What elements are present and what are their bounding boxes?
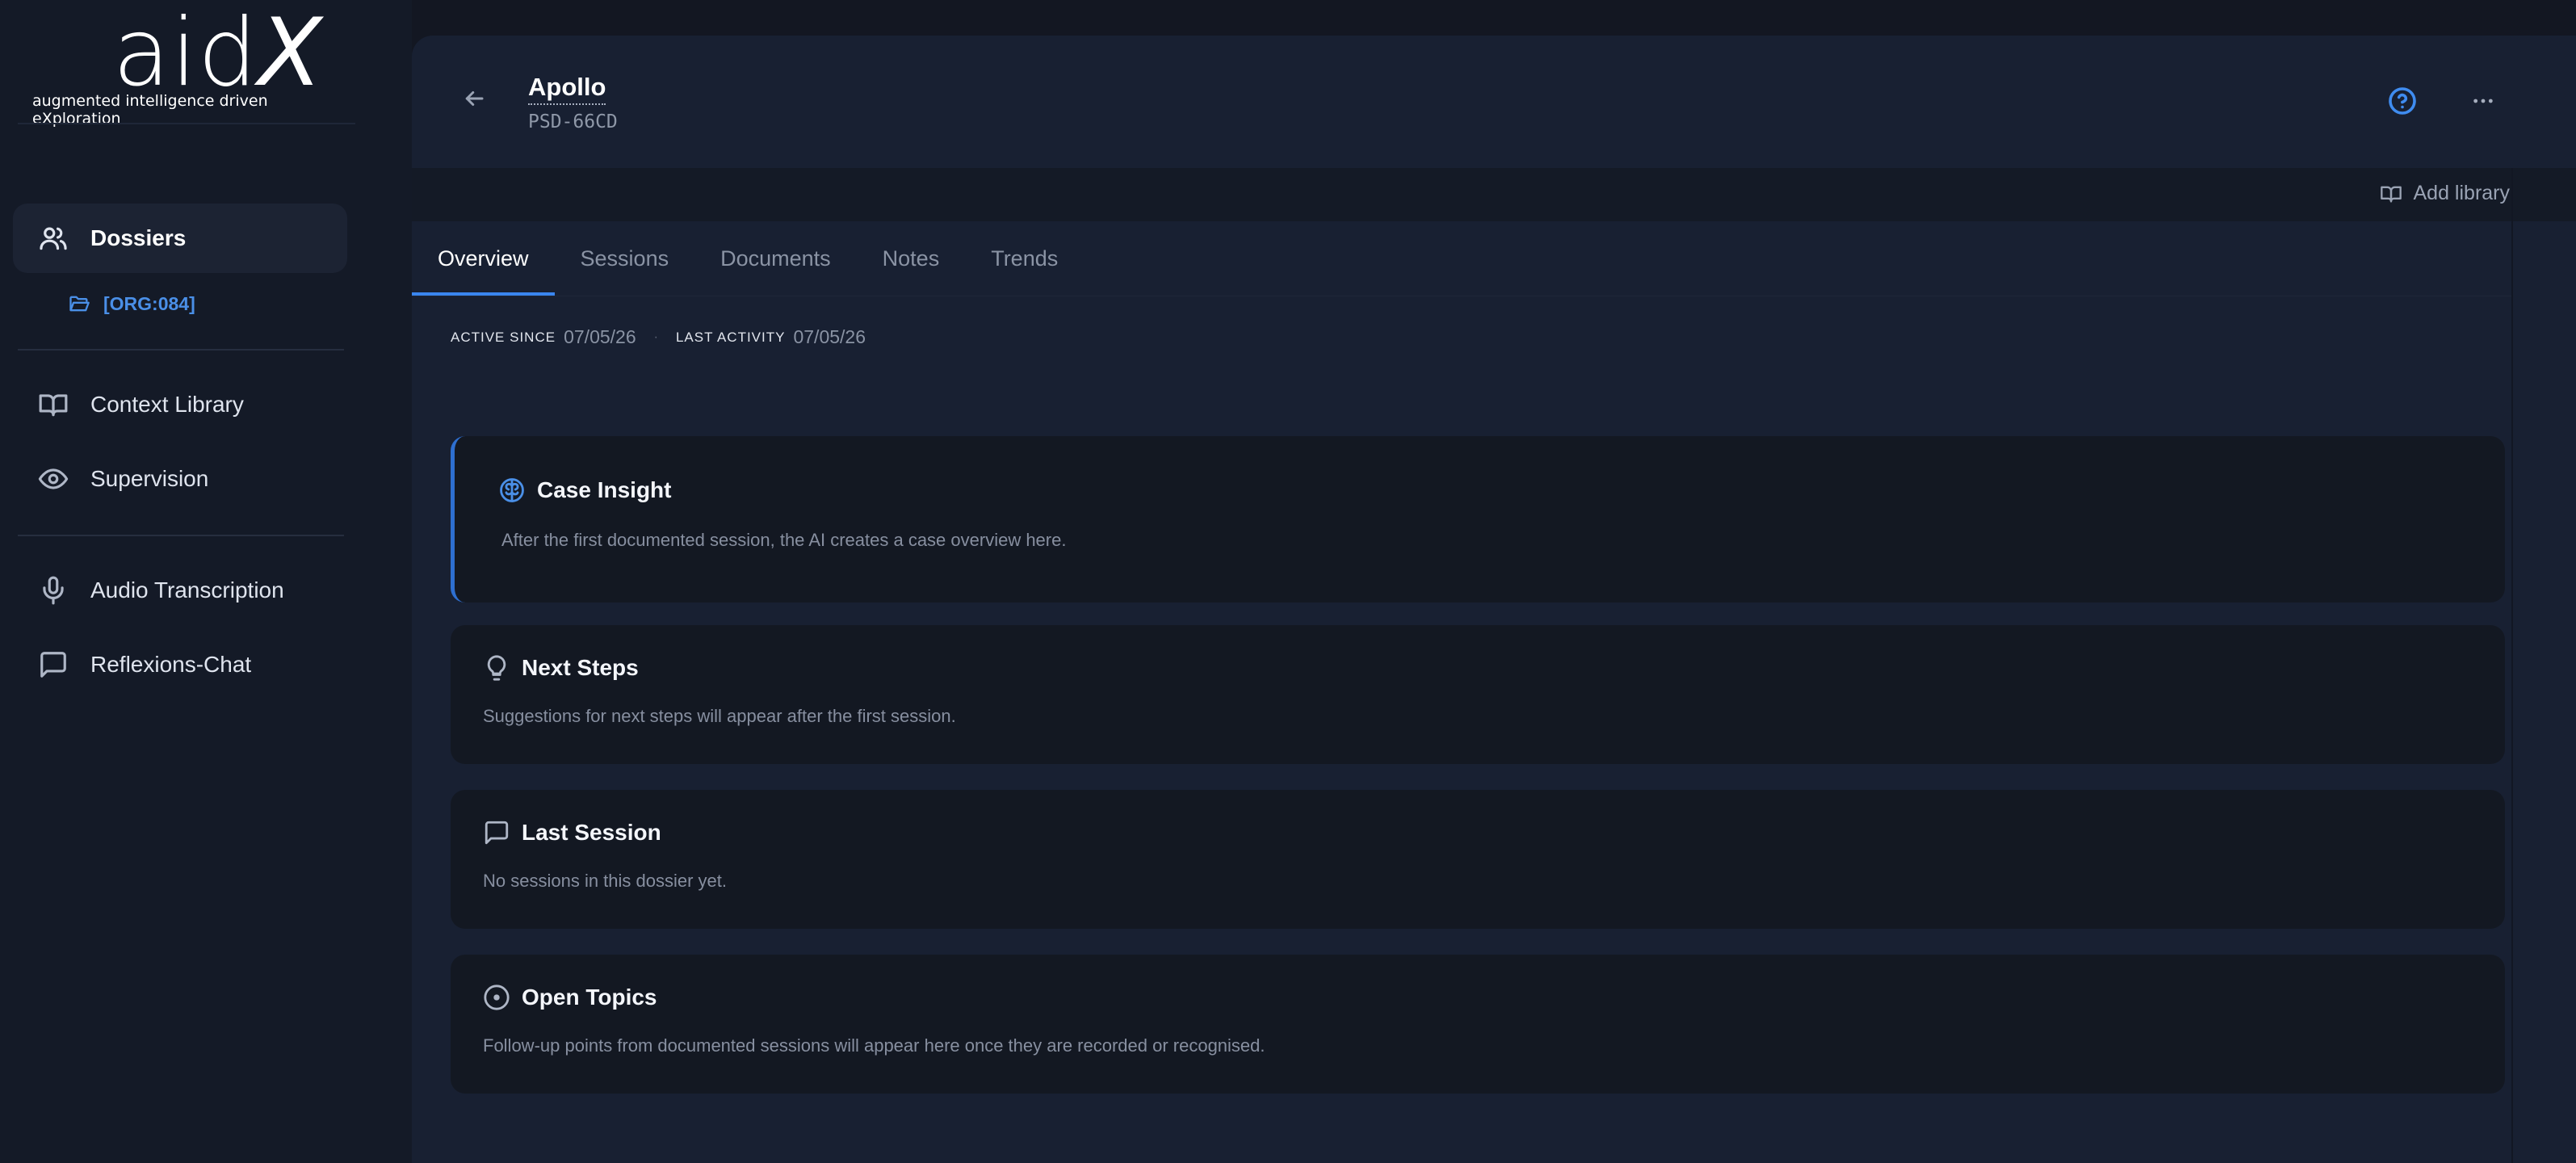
- add-library-label: Add library: [2413, 182, 2511, 204]
- divider: [2511, 168, 2513, 1163]
- sidebar-item-audio-transcription[interactable]: Audio Transcription: [13, 556, 347, 625]
- lightbulb-icon: [487, 655, 506, 681]
- app-window: aidX augmented intelligence driven eXplo…: [0, 0, 2576, 1163]
- add-library-button[interactable]: Add library: [2380, 182, 2511, 205]
- book-icon: [37, 388, 69, 421]
- arrow-left-icon: [465, 91, 484, 106]
- brain-icon: [500, 478, 524, 502]
- card-description: Follow-up points from documented session…: [483, 1035, 1265, 1056]
- tab-documents[interactable]: Documents: [694, 221, 857, 296]
- sidebar-item-label: Context Library: [90, 392, 244, 417]
- case-title[interactable]: Apollo: [528, 73, 606, 105]
- case-header: Apollo PSD-66CD: [412, 36, 2576, 168]
- case-insight-card: Case Insight After the first documented …: [451, 436, 2505, 602]
- target-icon: [484, 985, 510, 1010]
- more-options-button[interactable]: [2463, 81, 2503, 121]
- last-activity-label: LAST ACTIVITY: [675, 329, 786, 345]
- sidebar-item-label: Audio Transcription: [90, 577, 284, 602]
- folder-open-icon: [69, 296, 90, 312]
- sidebar-item-dossiers[interactable]: Dossiers: [13, 204, 347, 273]
- sidebar-item-reflexions-chat[interactable]: Reflexions-Chat: [13, 630, 347, 699]
- case-code: PSD-66CD: [528, 111, 618, 132]
- main-panel: Apollo PSD-66CD Add library Overview Ses…: [412, 36, 2576, 1163]
- sidebar-item-label: Dossiers: [90, 225, 187, 250]
- sidebar-subitem-org[interactable]: [ORG:084]: [68, 288, 195, 320]
- sidebar-item-label: Reflexions-Chat: [90, 652, 252, 677]
- chat-icon: [485, 821, 509, 845]
- card-description: After the first documented session, the …: [501, 530, 1067, 550]
- sidebar: aidX augmented intelligence driven eXplo…: [0, 0, 412, 1163]
- card-title: Next Steps: [483, 654, 639, 682]
- card-title: Open Topics: [483, 984, 657, 1011]
- next-steps-card: Next Steps Suggestions for next steps wi…: [451, 625, 2505, 764]
- tab-overview[interactable]: Overview: [412, 221, 555, 296]
- more-horizontal-icon: [2473, 99, 2493, 103]
- microphone-icon: [37, 574, 69, 607]
- brand-logo[interactable]: aidX augmented intelligence driven eXplo…: [0, 0, 355, 128]
- activity-meta: ACTIVE SINCE 07/05/26 · LAST ACTIVITY 07…: [451, 326, 866, 348]
- sidebar-item-supervision[interactable]: Supervision: [13, 444, 347, 514]
- divider: [18, 535, 344, 536]
- card-title: Last Session: [483, 819, 661, 846]
- sidebar-subitem-label: [ORG:084]: [103, 292, 195, 314]
- divider: [18, 349, 344, 351]
- meta-separator: ·: [653, 330, 658, 344]
- users-icon: [37, 222, 69, 254]
- eye-icon: [37, 463, 69, 495]
- tab-trends[interactable]: Trends: [965, 221, 1084, 296]
- book-icon: [2380, 186, 2402, 202]
- card-description: No sessions in this dossier yet.: [483, 871, 728, 891]
- library-strip: Add library: [412, 168, 2576, 221]
- help-circle-icon: [2389, 87, 2416, 115]
- last-activity-value: 07/05/26: [793, 326, 866, 347]
- last-session-card: Last Session No sessions in this dossier…: [451, 790, 2505, 929]
- card-description: Suggestions for next steps will appear a…: [483, 706, 956, 726]
- tab-bar: Overview Sessions Documents Notes Trends: [412, 221, 1084, 296]
- back-button[interactable]: [456, 81, 492, 116]
- sidebar-item-context-library[interactable]: Context Library: [13, 370, 347, 439]
- open-topics-card: Open Topics Follow-up points from docume…: [451, 955, 2505, 1094]
- active-since-label: ACTIVE SINCE: [451, 329, 556, 345]
- logo-wordmark: aidX: [112, 0, 323, 107]
- card-title: Case Insight: [498, 477, 671, 504]
- tab-notes[interactable]: Notes: [857, 221, 966, 296]
- chat-icon: [37, 649, 69, 681]
- help-button[interactable]: [2382, 81, 2423, 121]
- sidebar-item-label: Supervision: [90, 466, 209, 491]
- active-since-value: 07/05/26: [564, 326, 636, 347]
- divider: [18, 123, 355, 124]
- tab-sessions[interactable]: Sessions: [555, 221, 695, 296]
- overview-content: Overview Sessions Documents Notes Trends…: [412, 221, 2511, 1163]
